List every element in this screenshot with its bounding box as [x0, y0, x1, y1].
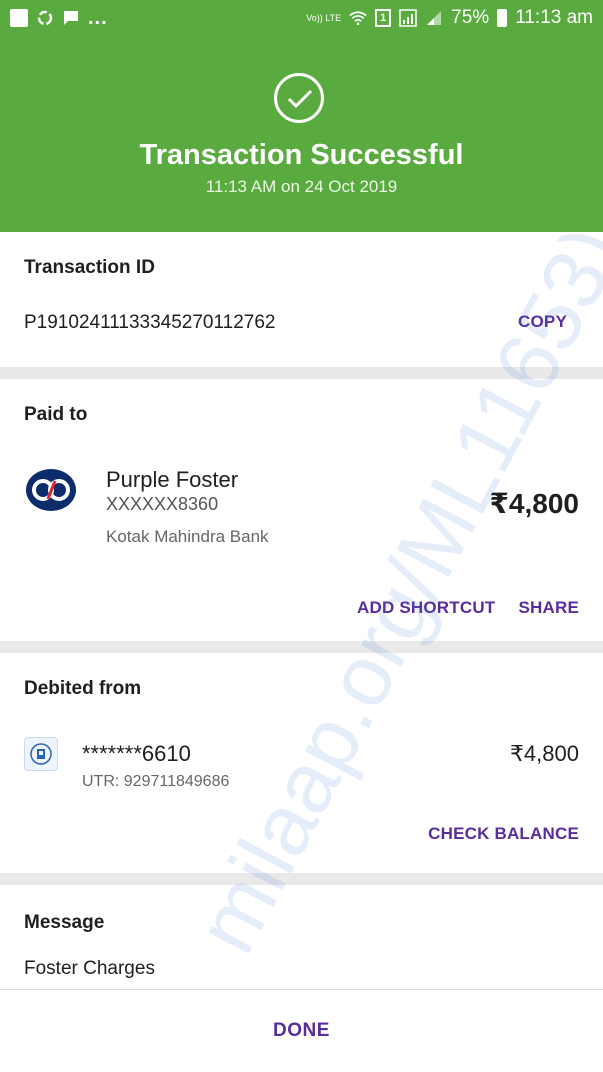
- transaction-id-value: P19102411133345270112762: [24, 312, 276, 333]
- signal-2-icon: [427, 11, 442, 25]
- check-circle-icon: [274, 73, 324, 123]
- debit-account-number: *******6610: [82, 741, 191, 766]
- kotak-bank-logo-icon: [26, 469, 76, 511]
- overflow-dots: ...: [88, 6, 108, 29]
- message-card: Message Foster Charges: [0, 885, 603, 990]
- sbi-bank-logo-icon: [24, 737, 58, 771]
- sync-icon: [37, 10, 53, 26]
- status-bar-left: ...: [10, 7, 108, 30]
- paid-to-card: Paid to Purple Foster XXXXXX8360 Kotak M…: [0, 379, 603, 641]
- message-label: Message: [24, 912, 105, 933]
- add-shortcut-button[interactable]: ADD SHORTCUT: [357, 598, 495, 618]
- volte-icon: Vo)) LTE: [306, 12, 342, 23]
- wifi-icon: [349, 11, 367, 26]
- payee-name: Purple Foster: [106, 467, 239, 492]
- status-bar: ... Vo)) LTE 1 75% 11:13 am: [0, 0, 603, 36]
- payee-account-number: XXXXXX8360: [106, 494, 219, 514]
- sim-icon: 1: [375, 9, 392, 27]
- page-title: Transaction Successful: [139, 139, 464, 171]
- paid-amount: ₹4,800: [489, 488, 579, 519]
- utr-number: UTR: 929711849686: [82, 773, 230, 790]
- checkmark-icon: [287, 89, 313, 109]
- status-bar-right: Vo)) LTE 1 75% 11:13 am: [306, 7, 593, 29]
- battery-percent: 75%: [451, 7, 490, 28]
- signal-icon: [399, 9, 417, 27]
- battery-icon: [497, 9, 508, 27]
- copy-button[interactable]: COPY: [518, 312, 567, 332]
- message-icon: [64, 11, 78, 25]
- payee-bank-name: Kotak Mahindra Bank: [106, 527, 269, 546]
- transaction-timestamp: 11:13 AM on 24 Oct 2019: [205, 177, 398, 196]
- message-text: Foster Charges: [24, 958, 155, 979]
- bottom-bar: DONE: [0, 989, 603, 1072]
- debited-from-label: Debited from: [24, 678, 142, 699]
- debited-amount: ₹4,800: [509, 741, 579, 766]
- check-balance-button[interactable]: CHECK BALANCE: [428, 824, 579, 844]
- transaction-id-label: Transaction ID: [24, 257, 155, 278]
- share-button[interactable]: SHARE: [518, 598, 579, 618]
- flipboard-icon: [10, 9, 28, 27]
- paid-to-label: Paid to: [24, 404, 88, 425]
- transaction-id-card: Transaction ID P19102411133345270112762 …: [0, 232, 603, 367]
- clock-time: 11:13 am: [515, 7, 593, 28]
- success-header: Transaction Successful 11:13 AM on 24 Oc…: [0, 36, 603, 232]
- done-button[interactable]: DONE: [0, 1020, 603, 1042]
- debited-from-card: Debited from *******6610 UTR: 9297118496…: [0, 653, 603, 873]
